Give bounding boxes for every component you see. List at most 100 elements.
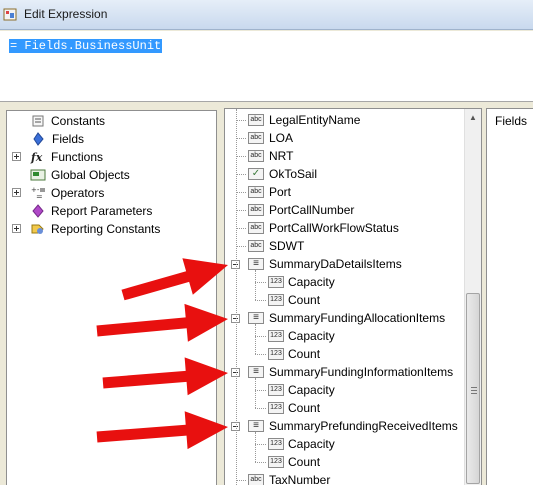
svg-text:=: = <box>36 192 43 200</box>
field-item[interactable]: abc SDWT <box>225 237 465 255</box>
string-field-icon: abc <box>248 222 264 234</box>
expand-icon[interactable] <box>12 188 21 197</box>
field-label: Capacity <box>288 275 335 289</box>
tree-connector <box>237 156 246 157</box>
string-field-icon: abc <box>248 150 264 162</box>
field-label: LegalEntityName <box>269 113 361 127</box>
tree-guide-line <box>255 432 256 462</box>
numeric-field-icon: 123 <box>268 456 284 468</box>
operators-icon: +- = <box>30 186 46 201</box>
scroll-up-icon[interactable]: ▲ <box>465 109 481 126</box>
tree-connector <box>237 228 246 229</box>
numeric-field-icon: 123 <box>268 438 284 450</box>
tree-connector <box>255 354 266 355</box>
category-label: Operators <box>51 186 105 200</box>
field-item[interactable]: 123 Capacity <box>225 327 465 345</box>
field-item[interactable]: ✓ OkToSail <box>225 165 465 183</box>
field-item[interactable]: abc PortCallWorkFlowStatus <box>225 219 465 237</box>
field-label: Count <box>288 401 321 415</box>
expand-icon[interactable] <box>12 152 21 161</box>
global-objects-icon <box>30 168 46 182</box>
category-constants[interactable]: Constants <box>7 112 216 130</box>
tree-guide-line <box>255 324 256 354</box>
tree-connector <box>237 192 246 193</box>
scroll-grip-icon <box>471 387 477 394</box>
collection-field-icon: ≡ <box>248 420 264 432</box>
field-item[interactable]: 123 Count <box>225 453 465 471</box>
field-label: Count <box>288 455 321 469</box>
field-item[interactable]: abc TaxNumber <box>225 471 465 485</box>
field-group-item[interactable]: ≡ SummaryFundingInformationItems <box>225 363 465 381</box>
tree-connector <box>255 300 266 301</box>
field-item[interactable]: 123 Count <box>225 345 465 363</box>
category-operators[interactable]: +- = Operators <box>7 184 216 202</box>
string-field-icon: abc <box>248 186 264 198</box>
constants-icon <box>30 114 46 128</box>
tree-connector <box>237 120 246 121</box>
field-label: Capacity <box>288 383 335 397</box>
field-label: Count <box>288 347 321 361</box>
category-tree[interactable]: Constants Fields fx Functions Global Objects… <box>6 110 217 485</box>
field-item[interactable]: 123 Capacity <box>225 381 465 399</box>
functions-icon: fx <box>30 150 46 164</box>
svg-text:fx: fx <box>30 151 43 164</box>
field-group-item[interactable]: ≡ SummaryFundingAllocationItems <box>225 309 465 327</box>
numeric-field-icon: 123 <box>268 276 284 288</box>
tree-connector <box>255 408 266 409</box>
category-functions[interactable]: fx Functions <box>7 148 216 166</box>
category-label: Fields <box>52 132 85 146</box>
fields-scrollbar[interactable]: ▲ <box>464 109 481 485</box>
tree-connector <box>255 282 266 283</box>
tree-connector <box>237 480 246 481</box>
fields-tree[interactable]: abc LegalEntityName abc LOA abc NRT ✓ OkToSail a… <box>224 108 482 485</box>
expand-icon[interactable] <box>12 224 21 233</box>
collection-field-icon: ≡ <box>248 312 264 324</box>
field-item[interactable]: abc NRT <box>225 147 465 165</box>
item-description-panel: Fields <box>486 108 533 485</box>
fields-icon <box>30 132 46 146</box>
field-item[interactable]: 123 Capacity <box>225 273 465 291</box>
field-group-item[interactable]: ≡ SummaryPrefundingReceivedItems <box>225 417 465 435</box>
numeric-field-icon: 123 <box>268 348 284 360</box>
field-item[interactable]: abc LOA <box>225 129 465 147</box>
field-label: SummaryFundingAllocationItems <box>269 311 446 325</box>
numeric-field-icon: 123 <box>268 294 284 306</box>
field-item[interactable]: abc LegalEntityName <box>225 111 465 129</box>
field-item[interactable]: 123 Count <box>225 291 465 309</box>
field-label: SummaryFundingInformationItems <box>269 365 454 379</box>
tree-guide-line <box>236 109 237 485</box>
category-report-parameters[interactable]: Report Parameters <box>7 202 216 220</box>
boolean-field-icon: ✓ <box>248 168 264 180</box>
description-title: Fields <box>495 114 528 128</box>
tree-guide-line <box>255 378 256 408</box>
field-item[interactable]: 123 Capacity <box>225 435 465 453</box>
field-label: TaxNumber <box>269 473 331 485</box>
category-reporting-constants[interactable]: Reporting Constants <box>7 220 216 238</box>
tree-connector <box>237 174 246 175</box>
numeric-field-icon: 123 <box>268 402 284 414</box>
field-label: Port <box>269 185 292 199</box>
field-label: PortCallWorkFlowStatus <box>269 221 399 235</box>
tree-connector <box>255 390 266 391</box>
string-field-icon: abc <box>248 474 264 485</box>
field-group-item[interactable]: ≡ SummaryDaDetailsItems <box>225 255 465 273</box>
field-item[interactable]: abc PortCallNumber <box>225 201 465 219</box>
category-label: Report Parameters <box>51 204 153 218</box>
string-field-icon: abc <box>248 114 264 126</box>
category-label: Global Objects <box>51 168 130 182</box>
field-item[interactable]: abc Port <box>225 183 465 201</box>
tree-connector <box>237 210 246 211</box>
category-fields[interactable]: Fields <box>7 130 216 148</box>
window-title: Edit Expression <box>24 7 108 21</box>
category-label: Reporting Constants <box>51 222 161 236</box>
scroll-thumb[interactable] <box>466 293 480 484</box>
expression-text[interactable]: = Fields.BusinessUnit <box>9 39 163 53</box>
field-label: OkToSail <box>269 167 318 181</box>
field-item[interactable]: 123 Count <box>225 399 465 417</box>
tree-guide-line <box>255 270 256 300</box>
category-global-objects[interactable]: Global Objects <box>7 166 216 184</box>
collection-field-icon: ≡ <box>248 258 264 270</box>
field-label: SummaryDaDetailsItems <box>269 257 402 271</box>
tree-connector <box>237 138 246 139</box>
expression-editor[interactable]: = Fields.BusinessUnit <box>0 31 533 102</box>
